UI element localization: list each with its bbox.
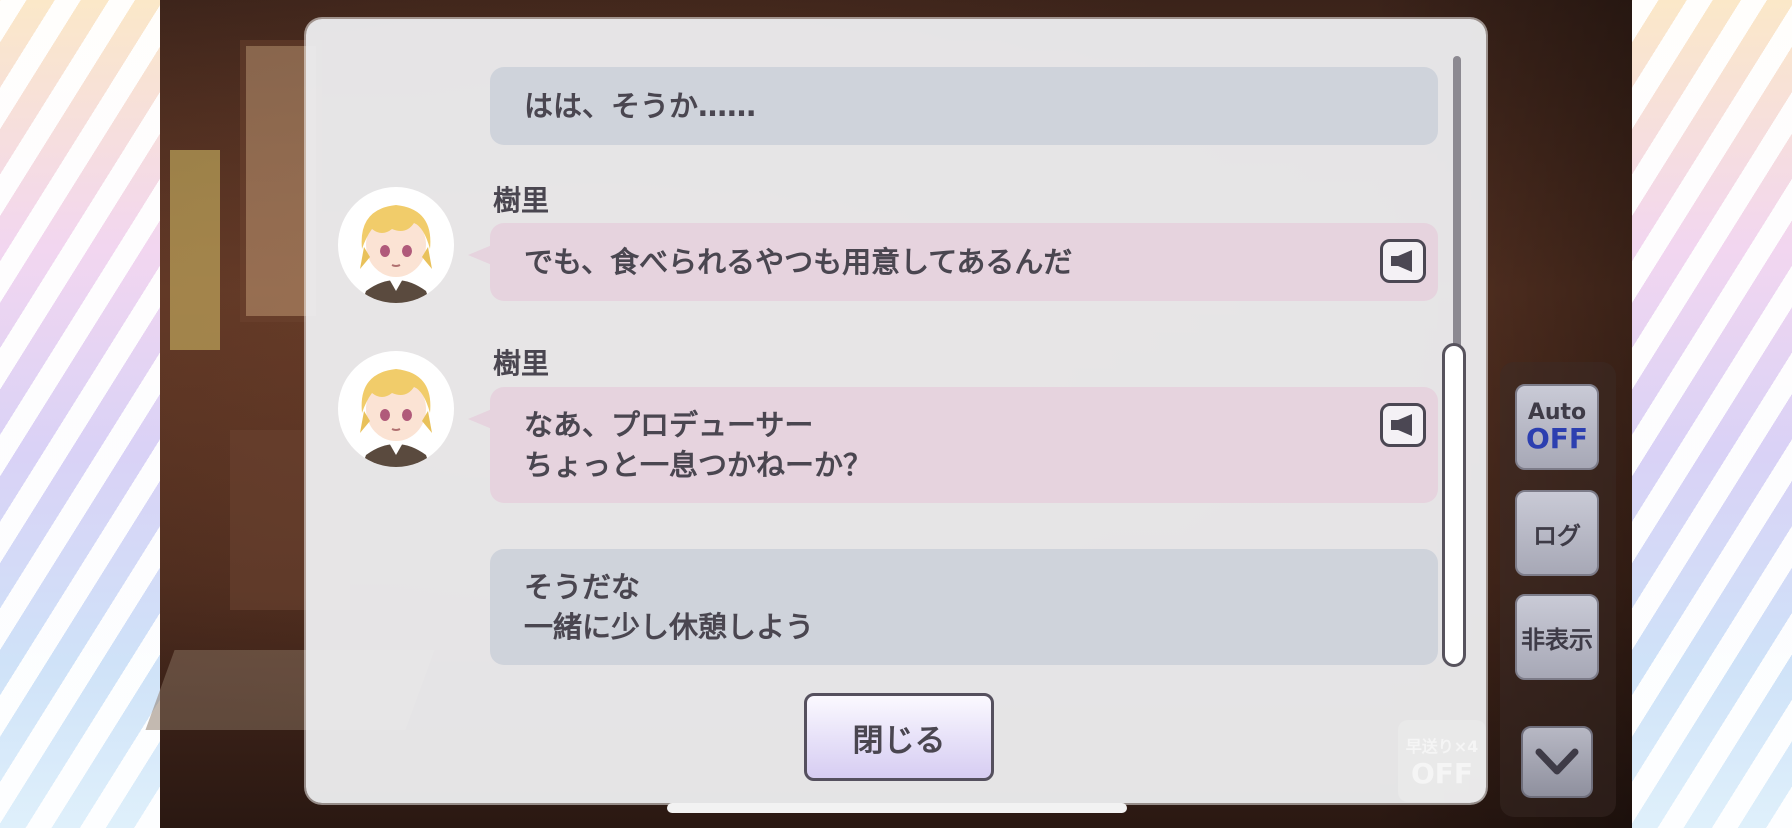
collapse-menu-button[interactable]	[1521, 726, 1593, 798]
message-line: ちょっと一息つかねーか？	[524, 448, 873, 482]
chevron-down-icon	[1535, 748, 1579, 775]
hide-button[interactable]: 非表示	[1515, 594, 1599, 680]
fast-forward-button[interactable]: 早送り×4 OFF	[1398, 720, 1486, 802]
speaker-name: 樹里	[493, 184, 550, 217]
scrollbar-thumb[interactable]	[1442, 343, 1466, 667]
juri-portrait-icon	[360, 205, 432, 303]
log-button[interactable]: ログ	[1515, 490, 1599, 576]
message-line: そうだな	[524, 570, 641, 604]
close-button[interactable]: 閉じる	[804, 693, 994, 781]
character-message: でも、食べられるやつも用意してあるんだ	[468, 223, 1438, 301]
voice-replay-button[interactable]	[1380, 239, 1426, 283]
character-message: なあ、プロデューサー ちょっと一息つかねーか？	[468, 387, 1438, 503]
character-avatar	[338, 187, 454, 303]
fast-forward-label: 早送り×4	[1405, 736, 1479, 756]
speaker-icon	[1391, 414, 1412, 436]
log-label: ログ	[1533, 521, 1581, 550]
juri-portrait-icon	[360, 369, 432, 467]
auto-state: OFF	[1525, 422, 1589, 455]
fast-forward-state: OFF	[1410, 756, 1474, 790]
left-stripe-decoration	[0, 0, 160, 828]
home-indicator[interactable]	[667, 803, 1127, 813]
auto-toggle-button[interactable]: Auto OFF	[1515, 384, 1599, 470]
scene-poster	[170, 150, 220, 350]
dialogue-log-panel: はは、そうか…… 樹里 でも、食べられるやつも用意してあるんだ 樹里 なあ、プロ…	[306, 19, 1486, 803]
speaker-name: 樹里	[493, 347, 550, 380]
voice-replay-button[interactable]	[1380, 403, 1426, 447]
character-avatar	[338, 351, 454, 467]
speaker-icon	[1391, 250, 1412, 272]
message-line: 一緒に少し休憩しよう	[524, 610, 815, 644]
narration-message: そうだな 一緒に少し休憩しよう	[490, 549, 1438, 665]
hide-label: 非表示	[1521, 625, 1593, 654]
narration-message: はは、そうか……	[490, 67, 1438, 145]
right-stripe-decoration	[1632, 0, 1792, 828]
message-line: でも、食べられるやつも用意してあるんだ	[524, 245, 1073, 279]
message-line: はは、そうか……	[524, 89, 757, 123]
message-line: なあ、プロデューサー	[524, 408, 814, 442]
